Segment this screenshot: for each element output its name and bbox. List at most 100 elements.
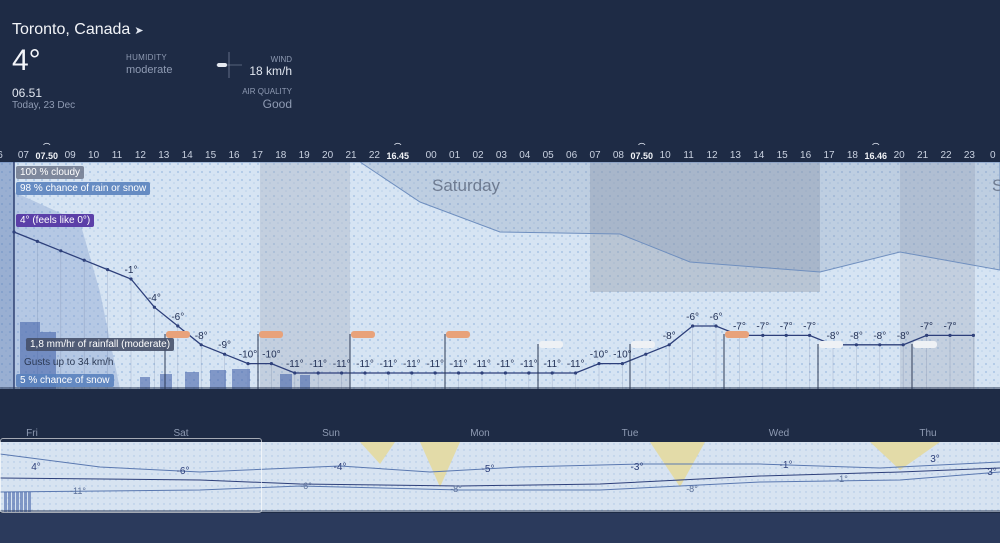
wind-flag: [259, 331, 283, 338]
hour-label: 08: [612, 150, 624, 161]
sunrise-marker: ⌒ 07.50: [35, 144, 59, 161]
hour-label: 07: [589, 150, 601, 161]
temperature-label: -10°: [590, 350, 608, 361]
rainfall-tooltip: 1,8 mm/hr of rainfall (moderate): [26, 338, 175, 351]
hour-label: 14: [181, 150, 193, 161]
hour-label: 21: [917, 150, 929, 161]
temperature-label: -7°: [733, 321, 746, 332]
snow-chance-tooltip: 5 % chance of snow: [16, 374, 114, 387]
wind-flag: [166, 331, 190, 338]
hour-label: 22: [940, 150, 952, 161]
week-high-label: -5°: [482, 464, 495, 475]
wind-flag: [913, 341, 937, 348]
week-day-label: Tue: [621, 428, 639, 439]
temperature-label: -11°: [403, 359, 421, 370]
hour-label: 13: [158, 150, 170, 161]
bottom-bar: [0, 513, 1000, 543]
temperature-label: -10°: [239, 350, 257, 361]
temperature-label: -8°: [827, 331, 840, 342]
hour-label: 0: [990, 150, 996, 161]
hour-label: 10: [88, 150, 100, 161]
hour-label: 21: [345, 150, 357, 161]
wind-flag: [351, 331, 375, 338]
current-hour-highlight: [0, 162, 14, 389]
hour-label: 12: [134, 150, 146, 161]
temperature-label: -6°: [710, 312, 723, 323]
air-quality-value: Good: [262, 97, 292, 111]
hour-label: 13: [729, 150, 741, 161]
temperature-label: -11°: [567, 359, 585, 370]
temperature-label: -11°: [450, 359, 468, 370]
temperature-label: -11°: [497, 359, 515, 370]
temperature-label: -6°: [171, 312, 184, 323]
hour-label: 14: [753, 150, 765, 161]
temperature-label: -11°: [426, 359, 444, 370]
rainfall-bar: [140, 377, 150, 389]
week-day-label: Sun: [322, 428, 340, 439]
temperature-label: -11°: [356, 359, 374, 370]
temperature-label: -7°: [944, 321, 957, 332]
air-quality-label: AIR QUALITY: [242, 87, 292, 96]
hour-label: 10: [659, 150, 671, 161]
temperature-label: -7°: [803, 321, 816, 332]
week-low-label: -1°: [836, 474, 848, 484]
week-low-label: -8°: [450, 484, 462, 494]
temperature-label: -11°: [309, 359, 327, 370]
current-date: Today, 23 Dec: [12, 100, 76, 111]
hour-label: 05: [542, 150, 554, 161]
humidity-label: HUMIDITY: [126, 53, 168, 62]
temperature-label: -8°: [663, 331, 676, 342]
week-high-label: -3°: [631, 462, 644, 473]
wind-flag: [446, 331, 470, 338]
wind-flag: [725, 331, 749, 338]
hourly-forecast-chart[interactable]: -1° -4° -6° -8° -9° -10° -10° -11° -11° -11° -11° -…: [0, 162, 1000, 389]
temperature-label: -11°: [473, 359, 491, 370]
week-high-label: -1°: [780, 460, 793, 471]
next-day-label: S: [992, 176, 1000, 195]
hour-label: 15: [776, 150, 788, 161]
rainfall-bar: [210, 370, 226, 389]
hour-label: 18: [275, 150, 287, 161]
temperature-label: -11°: [286, 359, 304, 370]
temperature-label: -1°: [125, 265, 138, 276]
temperature-label: -8°: [195, 331, 208, 342]
precip-chance-tooltip: 98 % chance of rain or snow: [16, 182, 151, 195]
hour-label: 20: [322, 150, 334, 161]
hour-label: 09: [64, 150, 76, 161]
hour-label: 00: [425, 150, 437, 161]
wind-label: WIND: [270, 55, 292, 64]
rainfall-bar: [160, 374, 172, 389]
wind-value: 18 km/h: [249, 64, 292, 78]
week-high-label: 3°: [987, 467, 997, 478]
temperature-label: -8°: [850, 331, 863, 342]
temperature-label: -10°: [613, 350, 631, 361]
hour-label: 02: [472, 150, 484, 161]
forecast-graphic: -1°-4°-6°-8°-9°-10° -10°-11° -11° -11° -11° -…: [0, 162, 1000, 389]
week-selection-window[interactable]: [0, 438, 262, 513]
temperature-label: -8°: [897, 331, 910, 342]
week-day-label: Wed: [768, 428, 790, 439]
rainfall-bar: [300, 375, 310, 389]
hour-label: 6: [0, 150, 3, 161]
rainfall-bar: [232, 369, 250, 389]
week-day-label: Mon: [470, 428, 490, 439]
hour-label: 17: [823, 150, 835, 161]
humidity-value: moderate: [126, 64, 173, 76]
hour-label: 11: [683, 150, 694, 161]
hour-axis[interactable]: 6 07 09 10 11 12 13 14 15 16 17 18 19 20 21 22 00 01 02 03 0…: [0, 144, 1000, 164]
hour-label: 17: [251, 150, 263, 161]
rainfall-bar: [280, 374, 292, 389]
location-arrow-icon: ➤: [134, 25, 144, 37]
week-high-label: -4°: [334, 462, 347, 473]
temperature-label: -11°: [380, 359, 398, 370]
current-time: 06.51: [12, 86, 43, 100]
temperature-label: -9°: [218, 340, 231, 351]
temperature-label: -11°: [543, 359, 561, 370]
day-label: Saturday: [432, 176, 501, 195]
hour-label: 16: [228, 150, 240, 161]
temperature-label: -7°: [780, 321, 793, 332]
hour-label: 04: [519, 150, 531, 161]
location-title[interactable]: Toronto, Canada ➤: [12, 21, 144, 39]
gusts-tooltip: Gusts up to 34 km/h: [24, 357, 114, 368]
hour-label: 23: [963, 150, 975, 161]
